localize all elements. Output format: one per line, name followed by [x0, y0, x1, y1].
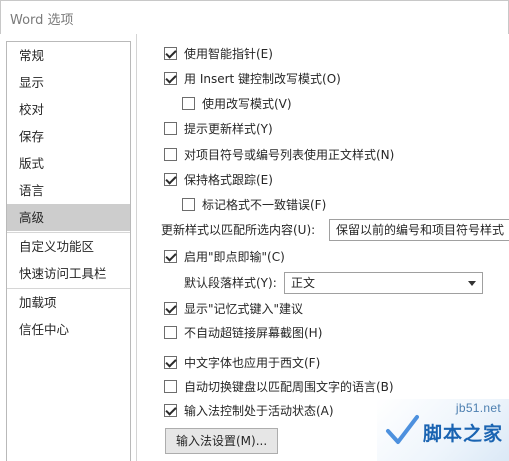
normal-style-lists-label: 对项目符号或编号列表使用正文样式(N): [184, 147, 395, 162]
default-paragraph-style-label: 默认段落样式(Y):: [184, 276, 277, 290]
east-asian-font-label: 中文字体也应用于西文(F): [184, 355, 321, 370]
no-hyperlink-screenshot-checkbox[interactable]: [164, 325, 177, 339]
update-style-label: 更新样式以匹配所选内容(U):: [161, 223, 316, 237]
update-style-value: 保留以前的编号和项目符号样式: [336, 223, 505, 237]
sidebar-item-language[interactable]: 语言: [7, 177, 130, 204]
default-paragraph-style-select[interactable]: 正文: [284, 272, 483, 294]
sidebar-item-advanced[interactable]: 高级: [7, 204, 130, 231]
auto-switch-keyboard-option[interactable]: 自动切换键盘以匹配周围文字的语言(B): [164, 376, 394, 396]
ime-control-checkbox[interactable]: [164, 403, 177, 417]
autocomplete-option[interactable]: 显示"记忆式键入"建议: [164, 298, 303, 318]
sidebar-item-general[interactable]: 常规: [7, 42, 130, 69]
sidebar-item-customize-ribbon[interactable]: 自定义功能区: [7, 233, 130, 260]
keep-track-formatting-label: 保持格式跟踪(E): [184, 172, 273, 187]
sidebar-item-layout[interactable]: 版式: [7, 150, 130, 177]
options-content: 使用智能指针(E) 用 Insert 键控制改写模式(O) 使用改写模式(V) …: [136, 34, 509, 461]
overtype-checkbox[interactable]: [182, 96, 195, 110]
update-style-select[interactable]: 保留以前的编号和项目符号样式: [329, 219, 509, 241]
keep-track-formatting-checkbox[interactable]: [164, 172, 177, 186]
no-hyperlink-screenshot-label: 不自动超链接屏幕截图(H): [184, 325, 323, 340]
prompt-update-style-label: 提示更新样式(Y): [184, 121, 273, 136]
click-and-type-label: 启用"即点即输"(C): [184, 249, 285, 264]
smart-cursor-checkbox[interactable]: [164, 46, 177, 60]
watermark: jb51.net 脚本之家: [377, 399, 509, 461]
title-bar: Word 选项: [0, 0, 509, 34]
ime-control-label: 输入法控制处于活动状态(A): [184, 403, 334, 418]
mark-inconsistencies-option[interactable]: 标记格式不一致错误(F): [182, 194, 326, 214]
no-hyperlink-screenshot-option[interactable]: 不自动超链接屏幕截图(H): [164, 322, 322, 342]
smart-cursor-label: 使用智能指针(E): [184, 46, 273, 61]
sidebar-item-display[interactable]: 显示: [7, 69, 130, 96]
sidebar-item-proofing[interactable]: 校对: [7, 96, 130, 123]
autocomplete-checkbox[interactable]: [164, 301, 177, 315]
auto-switch-keyboard-label: 自动切换键盘以匹配周围文字的语言(B): [184, 379, 394, 394]
keep-track-formatting-option[interactable]: 保持格式跟踪(E): [164, 169, 273, 189]
insert-key-option[interactable]: 用 Insert 键控制改写模式(O): [164, 68, 341, 88]
click-and-type-checkbox[interactable]: [164, 249, 177, 263]
watermark-name: 脚本之家: [422, 423, 503, 445]
ime-settings-button[interactable]: 输入法设置(M)...: [165, 428, 279, 454]
normal-style-lists-option[interactable]: 对项目符号或编号列表使用正文样式(N): [164, 144, 394, 164]
ime-control-option[interactable]: 输入法控制处于活动状态(A): [164, 400, 334, 420]
insert-key-label: 用 Insert 键控制改写模式(O): [184, 71, 341, 86]
east-asian-font-option[interactable]: 中文字体也应用于西文(F): [164, 352, 320, 372]
east-asian-font-checkbox[interactable]: [164, 355, 177, 369]
checkmark-logo-icon: [386, 415, 419, 444]
sidebar-item-add-ins[interactable]: 加载项: [7, 289, 130, 316]
sidebar-item-save[interactable]: 保存: [7, 123, 130, 150]
autocomplete-label: 显示"记忆式键入"建议: [184, 301, 304, 316]
overtype-option[interactable]: 使用改写模式(V): [182, 93, 292, 113]
watermark-url: jb51.net: [455, 401, 501, 415]
sidebar-item-quick-access-toolbar[interactable]: 快速访问工具栏: [7, 260, 130, 287]
click-and-type-option[interactable]: 启用"即点即输"(C): [164, 246, 285, 266]
mark-inconsistencies-checkbox[interactable]: [182, 197, 195, 211]
insert-key-checkbox[interactable]: [164, 71, 177, 85]
window-title: Word 选项: [10, 13, 74, 28]
normal-style-lists-checkbox[interactable]: [164, 147, 177, 161]
default-paragraph-style-value: 正文: [291, 276, 316, 290]
chevron-down-icon: [468, 281, 476, 286]
sidebar-item-trust-center[interactable]: 信任中心: [7, 316, 130, 343]
auto-switch-keyboard-checkbox[interactable]: [164, 379, 177, 393]
smart-cursor-option[interactable]: 使用智能指针(E): [164, 43, 273, 63]
prompt-update-style-checkbox[interactable]: [164, 121, 177, 135]
prompt-update-style-option[interactable]: 提示更新样式(Y): [164, 118, 273, 138]
overtype-label: 使用改写模式(V): [202, 96, 292, 111]
mark-inconsistencies-label: 标记格式不一致错误(F): [202, 197, 327, 212]
sidebar-nav: 常规 显示 校对 保存 版式 语言 高级 自定义功能区 快速访问工具栏 加载项 …: [6, 41, 131, 461]
